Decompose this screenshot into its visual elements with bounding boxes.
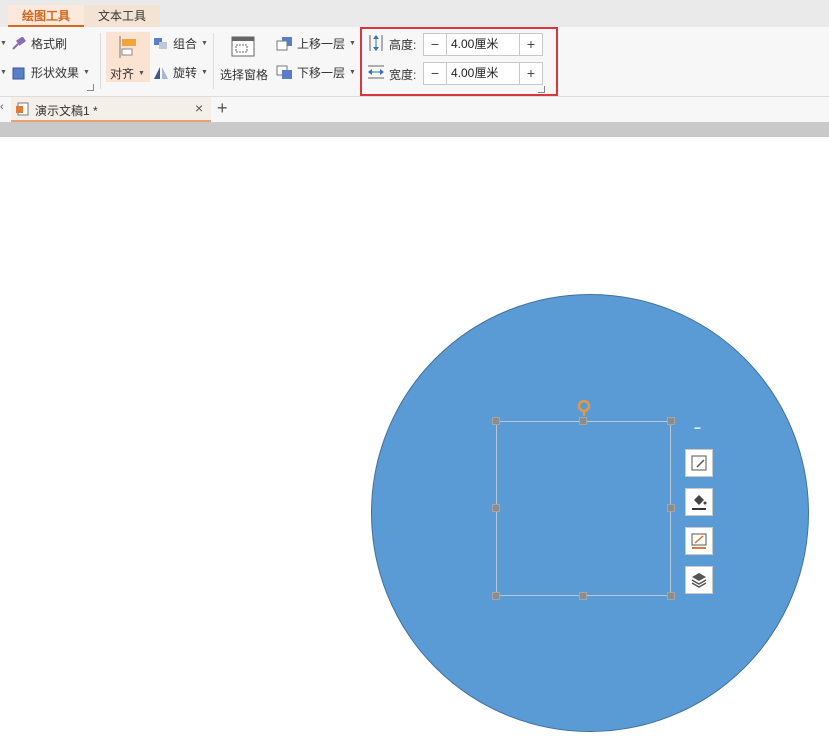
chevron-down-icon: ▼	[82, 69, 90, 76]
editor-top-border	[0, 122, 829, 137]
layers-icon	[691, 573, 707, 588]
height-label: 高度:	[389, 38, 417, 52]
width-decrease-button[interactable]: −	[424, 63, 446, 84]
group-button[interactable]: 组合 ▼	[153, 35, 208, 52]
new-tab-button[interactable]: +	[217, 98, 228, 119]
bring-forward-button[interactable]: 上移一层 ▼	[276, 35, 356, 52]
rotate-button[interactable]: 旋转 ▼	[153, 64, 208, 81]
shape-style-icon	[691, 455, 707, 471]
close-tab-icon[interactable]: ×	[195, 100, 203, 116]
align-label: 对齐	[110, 67, 135, 81]
width-increase-button[interactable]: +	[520, 63, 542, 84]
send-backward-label: 下移一层	[297, 66, 346, 80]
outline-pen-icon	[691, 533, 707, 549]
shape-effects-button[interactable]: ▼ 形状效果 ▼	[0, 64, 90, 81]
selection-pane-button[interactable]: 选择窗格	[218, 33, 270, 83]
bring-forward-label: 上移一层	[297, 37, 346, 51]
ribbon-separator	[213, 33, 214, 89]
tab-text-tools[interactable]: 文本工具	[84, 5, 160, 27]
width-value-field[interactable]: 4.00厘米	[446, 63, 520, 84]
chevron-down-icon: ▼	[349, 69, 356, 76]
format-painter-label: 格式刷	[30, 37, 67, 51]
document-title: 演示文稿1 *	[35, 104, 98, 118]
resize-handle-bottom-right[interactable]	[667, 592, 675, 600]
height-increase-button[interactable]: +	[520, 34, 542, 55]
paint-bucket-icon	[692, 495, 707, 510]
resize-handle-right[interactable]	[667, 504, 675, 512]
outline-color-button[interactable]	[685, 527, 713, 555]
format-painter-icon	[12, 36, 26, 50]
width-icon	[368, 65, 384, 79]
height-icon	[369, 35, 383, 51]
fill-color-button[interactable]	[685, 488, 713, 516]
chevron-down-icon: ▼	[138, 70, 145, 77]
height-decrease-button[interactable]: −	[424, 34, 446, 55]
selection-box[interactable]	[496, 421, 671, 596]
format-painter-button[interactable]: ▼ 格式刷	[0, 35, 67, 52]
group-label: 组合	[173, 37, 198, 51]
chevron-down-icon: ▼	[0, 40, 7, 47]
chevron-down-icon: ▼	[349, 40, 356, 47]
height-input[interactable]: − 4.00厘米 +	[423, 33, 543, 56]
resize-handle-left[interactable]	[492, 504, 500, 512]
shape-effects-icon	[12, 67, 25, 79]
shape-style-button[interactable]	[685, 449, 713, 477]
shape-effects-label: 形状效果	[30, 66, 79, 80]
resize-handle-bottom[interactable]	[579, 592, 587, 600]
scroll-left-icon[interactable]: ‹	[0, 101, 4, 113]
chevron-down-icon: ▼	[0, 69, 7, 76]
send-backward-button[interactable]: 下移一层 ▼	[276, 64, 356, 81]
quick-toolbar-collapse-button[interactable]: −	[694, 421, 701, 435]
ribbon-separator	[100, 33, 101, 89]
dialog-launcher-icon[interactable]	[538, 86, 545, 93]
dialog-launcher-icon[interactable]	[87, 84, 94, 91]
group-icon	[154, 37, 167, 49]
layers-button[interactable]	[685, 566, 713, 594]
width-label: 宽度:	[389, 68, 417, 82]
chevron-down-icon: ▼	[201, 40, 208, 47]
align-button[interactable]: 对齐 ▼	[106, 32, 150, 82]
document-tab[interactable]: 演示文稿1 * ×	[11, 97, 211, 122]
width-input[interactable]: − 4.00厘米 +	[423, 62, 543, 85]
bring-forward-icon	[276, 37, 292, 51]
resize-handle-top[interactable]	[579, 417, 587, 425]
rotation-handle-icon[interactable]	[575, 398, 593, 416]
send-backward-icon	[276, 65, 292, 79]
selection-pane-label: 选择窗格	[220, 68, 269, 82]
rotate-label: 旋转	[173, 66, 198, 80]
selection-pane-icon	[231, 36, 255, 57]
resize-handle-top-left[interactable]	[492, 417, 500, 425]
resize-handle-bottom-left[interactable]	[492, 592, 500, 600]
presentation-file-icon	[16, 102, 29, 116]
align-icon	[119, 36, 136, 58]
chevron-down-icon: ▼	[201, 69, 208, 76]
rotate-icon	[154, 66, 168, 79]
tab-drawing-tools[interactable]: 绘图工具	[8, 5, 84, 27]
height-value-field[interactable]: 4.00厘米	[446, 34, 520, 55]
resize-handle-top-right[interactable]	[667, 417, 675, 425]
